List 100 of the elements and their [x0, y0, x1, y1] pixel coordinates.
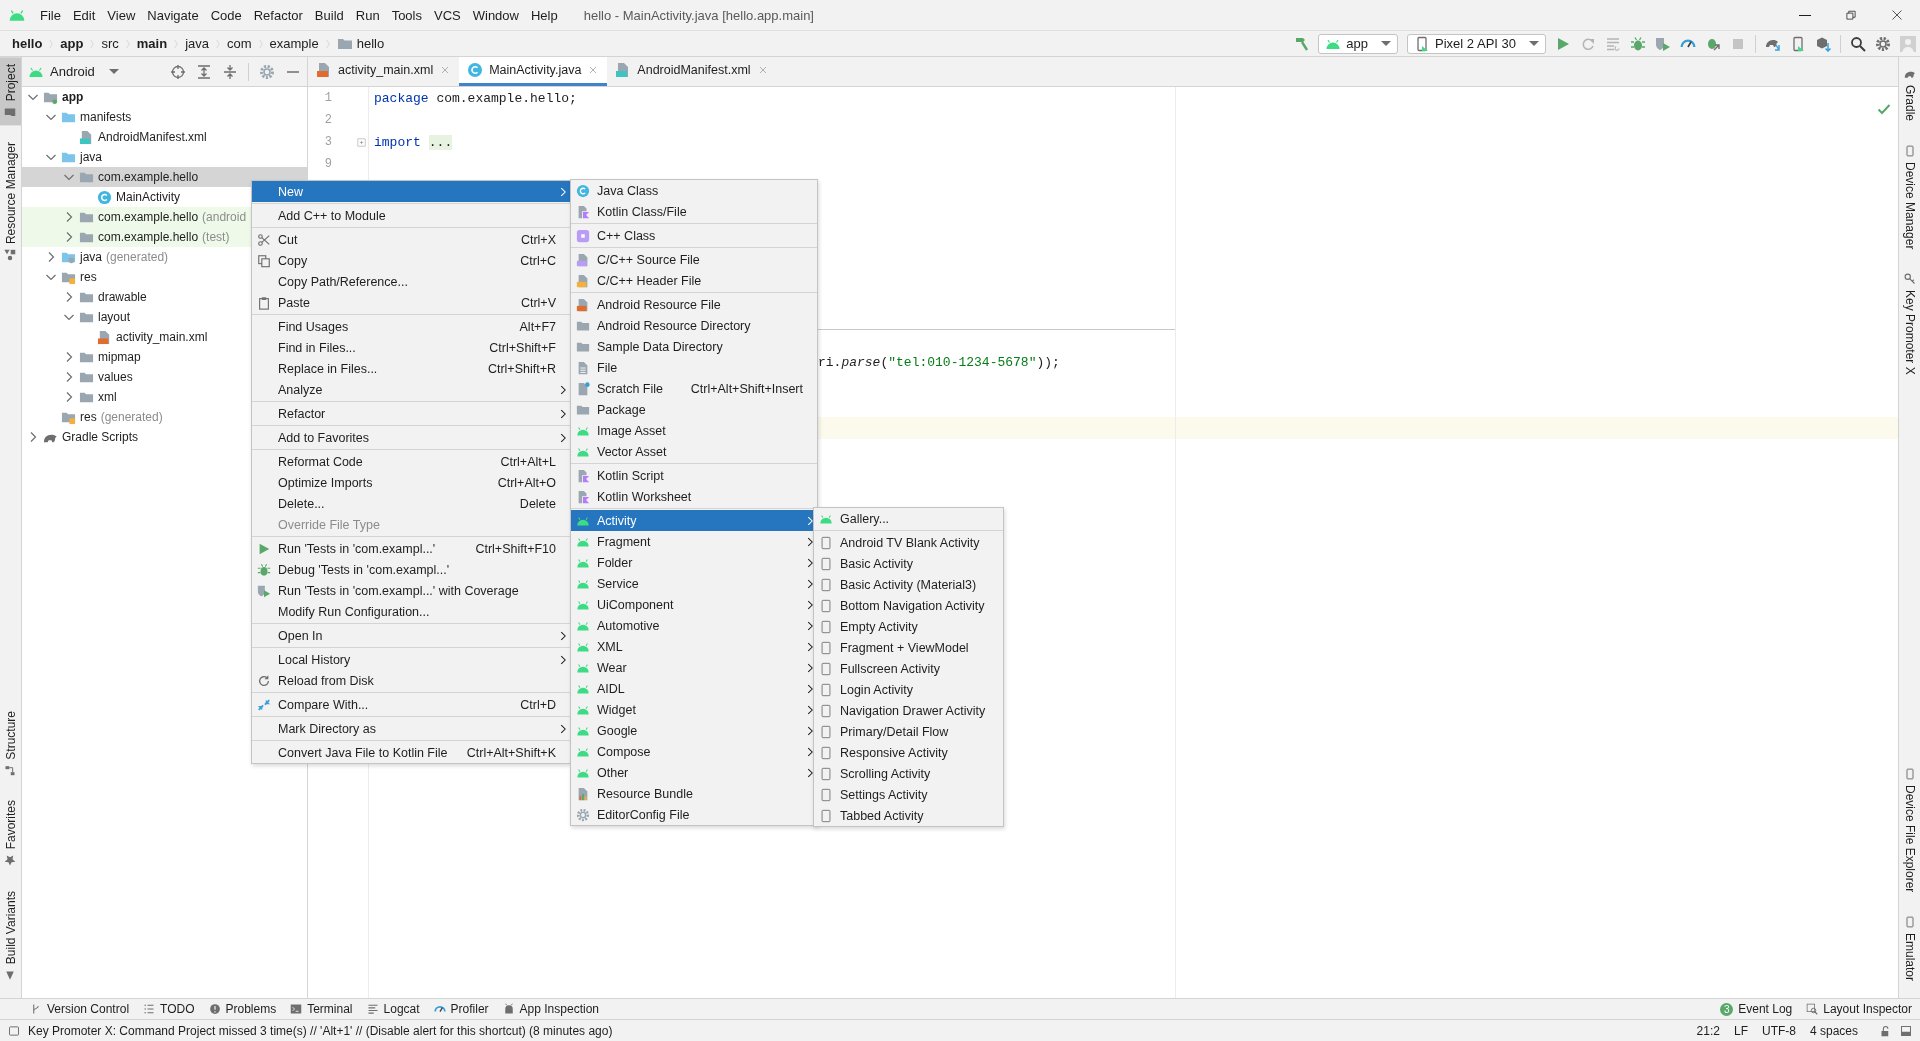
menu-item[interactable]: Java Class: [571, 180, 817, 201]
tree-item[interactable]: com.example.hello: [22, 167, 307, 187]
menu-item[interactable]: Scrolling Activity: [814, 763, 1003, 784]
status-item[interactable]: UTF-8: [1761, 1023, 1796, 1038]
tool-window-tab[interactable]: Version Control: [30, 999, 130, 1019]
menu-bar-item[interactable]: Tools: [391, 7, 422, 23]
menu-item[interactable]: Modify Run Configuration...: [252, 601, 570, 622]
menu-item[interactable]: Fullscreen Activity: [814, 658, 1003, 679]
menu-item[interactable]: Responsive Activity: [814, 742, 1003, 763]
menu-item[interactable]: Basic Activity: [814, 553, 1003, 574]
status-item[interactable]: 21:2: [1696, 1023, 1720, 1038]
menu-item[interactable]: Delete... Delete: [252, 493, 570, 514]
menu-item[interactable]: C++ Class: [571, 225, 817, 246]
menu-item[interactable]: Convert Java File to Kotlin File Ctrl+Alt+Shift+K: [252, 742, 570, 763]
view-selector[interactable]: Android: [28, 63, 119, 80]
tool-window-tab[interactable]: Layout Inspector: [1806, 999, 1912, 1019]
tree-item[interactable]: app: [22, 87, 307, 107]
menu-item[interactable]: C/C++ Source File: [571, 249, 817, 270]
tree-item[interactable]: manifests: [22, 107, 307, 127]
menu-bar-item[interactable]: VCS: [434, 7, 461, 23]
tool-window-tab[interactable]: Structure: [0, 703, 21, 784]
tool-window-tab[interactable]: Project: [0, 57, 21, 126]
breadcrumb-item[interactable]: com: [227, 36, 252, 51]
menu-bar-item[interactable]: Run: [355, 7, 380, 23]
tool-window-tab[interactable]: Gradle: [1899, 61, 1920, 129]
menu-bar-item[interactable]: Code: [210, 7, 242, 23]
tool-window-tab[interactable]: TODO: [143, 999, 195, 1019]
menu-item[interactable]: Folder: [571, 552, 817, 573]
tool-window-tab[interactable]: Favorites: [0, 793, 21, 874]
menu-item[interactable]: Android Resource Directory: [571, 315, 817, 336]
menu-item[interactable]: AIDL: [571, 678, 817, 699]
menu-item[interactable]: EditorConfig File: [571, 804, 817, 825]
menu-item[interactable]: Scratch File Ctrl+Alt+Shift+Insert: [571, 378, 817, 399]
menu-item[interactable]: Service: [571, 573, 817, 594]
breadcrumb-item[interactable]: app: [60, 36, 84, 51]
menu-bar-item[interactable]: Edit: [72, 7, 96, 23]
menu-item[interactable]: Empty Activity: [814, 616, 1003, 637]
menu-item[interactable]: File: [571, 357, 817, 378]
menu-item[interactable]: Paste Ctrl+V: [252, 292, 570, 313]
tool-window-tab[interactable]: Resource Manager: [0, 135, 21, 269]
menu-item[interactable]: Find Usages Alt+F7: [252, 316, 570, 337]
breadcrumb-item[interactable]: hello: [12, 36, 43, 51]
menu-item[interactable]: Reformat Code Ctrl+Alt+L: [252, 451, 570, 472]
menu-item[interactable]: Resource Bundle: [571, 783, 817, 804]
menu-item[interactable]: Reload from Disk: [252, 670, 570, 691]
menu-item[interactable]: Package: [571, 399, 817, 420]
breadcrumb-item[interactable]: java: [185, 36, 209, 51]
menu-item[interactable]: Android Resource File: [571, 294, 817, 315]
menu-item[interactable]: Mark Directory as: [252, 718, 570, 739]
menu-item[interactable]: Widget: [571, 699, 817, 720]
breadcrumb-item[interactable]: hello: [336, 35, 385, 52]
tool-window-tab[interactable]: Profiler: [433, 999, 489, 1019]
menu-item[interactable]: Settings Activity: [814, 784, 1003, 805]
menu-item[interactable]: Kotlin Worksheet: [571, 486, 817, 507]
editor-tab[interactable]: activity_main.xml: [308, 57, 460, 86]
menu-item[interactable]: Fragment: [571, 531, 817, 552]
menu-item[interactable]: Android TV Blank Activity: [814, 532, 1003, 553]
menu-item[interactable]: Fragment + ViewModel: [814, 637, 1003, 658]
tool-window-tab[interactable]: App Inspection: [502, 999, 599, 1019]
status-item[interactable]: LF: [1733, 1023, 1748, 1038]
menu-bar-item[interactable]: Window: [472, 7, 519, 23]
tool-window-tab[interactable]: Logcat: [366, 999, 420, 1019]
menu-item[interactable]: Optimize Imports Ctrl+Alt+O: [252, 472, 570, 493]
menu-item[interactable]: UiComponent: [571, 594, 817, 615]
editor-tab[interactable]: AndroidManifest.xml: [607, 57, 777, 86]
tool-window-tab[interactable]: Emulator: [1899, 908, 1920, 988]
menu-item[interactable]: XML: [571, 636, 817, 657]
menu-item[interactable]: Refactor: [252, 403, 570, 424]
menu-item[interactable]: Basic Activity (Material3): [814, 574, 1003, 595]
tool-window-tab[interactable]: Key Promoter X: [1899, 266, 1920, 383]
tree-item[interactable]: java: [22, 147, 307, 167]
menu-item[interactable]: Vector Asset: [571, 441, 817, 462]
menu-bar-item[interactable]: File: [40, 7, 61, 23]
menu-item[interactable]: Copy Path/Reference...: [252, 271, 570, 292]
breadcrumb-item[interactable]: main: [136, 36, 168, 51]
menu-item[interactable]: Run 'Tests in 'com.exampl...' Ctrl+Shift+F10: [252, 538, 570, 559]
status-item[interactable]: 4 spaces: [1809, 1023, 1858, 1038]
menu-item[interactable]: C/C++ Header File: [571, 270, 817, 291]
menu-item[interactable]: Add to Favorites: [252, 427, 570, 448]
menu-item[interactable]: Compose: [571, 741, 817, 762]
menu-item[interactable]: Navigation Drawer Activity: [814, 700, 1003, 721]
menu-item[interactable]: Other: [571, 762, 817, 783]
breadcrumb-item[interactable]: src: [101, 36, 119, 51]
menu-item[interactable]: Sample Data Directory: [571, 336, 817, 357]
menu-item[interactable]: Tabbed Activity: [814, 805, 1003, 826]
menu-item[interactable]: Add C++ to Module: [252, 205, 570, 226]
menu-item[interactable]: Run 'Tests in 'com.exampl...' with Coverage: [252, 580, 570, 601]
menu-bar-item[interactable]: View: [107, 7, 136, 23]
tool-window-tab[interactable]: Build Variants: [0, 883, 21, 988]
menu-item[interactable]: Automotive: [571, 615, 817, 636]
menu-item[interactable]: Local History: [252, 649, 570, 670]
menu-item[interactable]: Image Asset: [571, 420, 817, 441]
tool-window-tab[interactable]: Device File Explorer: [1899, 760, 1920, 899]
menu-item[interactable]: Gallery...: [814, 508, 1003, 529]
editor-tab[interactable]: MainActivity.java: [459, 57, 608, 86]
menu-item[interactable]: Kotlin Class/File: [571, 201, 817, 222]
menu-bar-item[interactable]: Refactor: [253, 7, 303, 23]
menu-item[interactable]: Find in Files... Ctrl+Shift+F: [252, 337, 570, 358]
tool-window-tab[interactable]: 3 Event Log: [1720, 999, 1793, 1019]
tool-window-tab[interactable]: Terminal: [290, 999, 353, 1019]
